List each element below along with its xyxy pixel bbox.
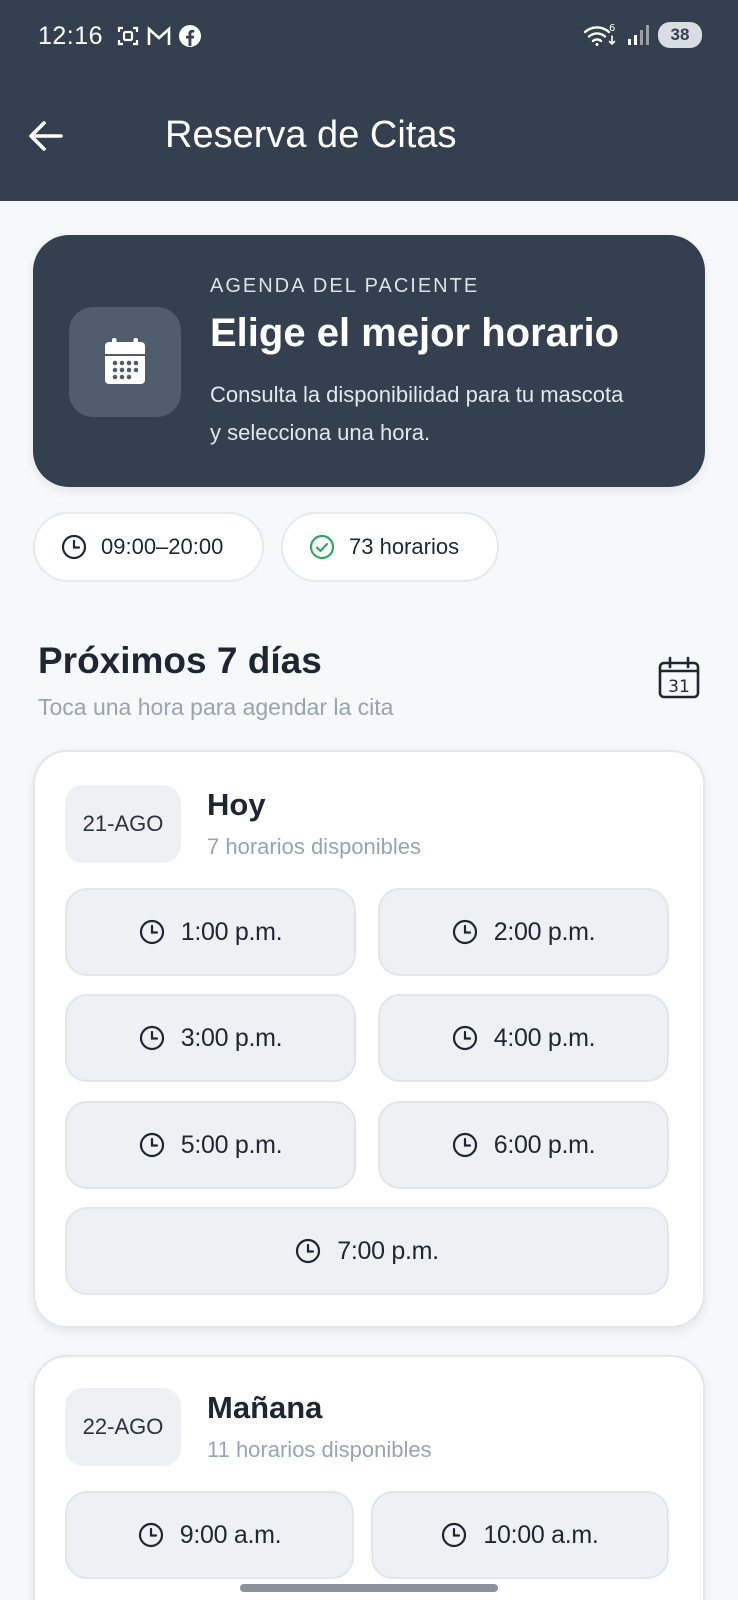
slots-count-chip: 73 horarios	[281, 512, 499, 582]
time-slot-button[interactable]: 7:00 p.m.	[65, 1207, 669, 1295]
check-circle-icon	[309, 534, 335, 560]
facebook-icon	[179, 25, 201, 47]
arrow-left-icon	[29, 121, 63, 151]
clock-icon	[139, 1132, 164, 1158]
time-slot-label: 1:00 p.m.	[180, 917, 283, 946]
time-slot-label: 3:00 p.m.	[180, 1023, 283, 1052]
hero-description: Consulta la disponibilidad para tu masco…	[210, 382, 624, 445]
home-indicator[interactable]	[240, 1584, 498, 1592]
clock-icon	[442, 1522, 467, 1548]
opening-hours-chip: 09:00–20:00	[33, 512, 264, 582]
time-slot-button[interactable]: 9:00 a.m.	[65, 1491, 354, 1579]
date-badge: 21-AGO	[65, 785, 181, 863]
time-slot-label: 10:00 a.m.	[483, 1520, 599, 1549]
status-system-icons: 6 38	[582, 22, 702, 48]
calendar-icon	[105, 338, 145, 384]
hero-kicker: AGENDA DEL PACIENTE	[210, 275, 480, 297]
opening-hours-text: 09:00–20:00	[101, 534, 224, 559]
screenshot-icon	[117, 26, 139, 46]
wifi-icon: 6	[583, 23, 615, 46]
time-slot-label: 9:00 a.m.	[179, 1520, 282, 1549]
time-slot-button[interactable]: 4:00 p.m.	[378, 994, 669, 1082]
signal-icon	[628, 25, 649, 45]
time-slot-label: 6:00 p.m.	[493, 1130, 596, 1159]
hero-icon-container	[69, 307, 181, 417]
time-slot-button[interactable]: 5:00 p.m.	[65, 1101, 356, 1189]
clock-icon	[452, 1132, 477, 1158]
status-time: 12:16	[38, 22, 104, 50]
day-card: 22-AGO Mañana 11 horarios disponibles 9:…	[33, 1355, 705, 1600]
section-title: Próximos 7 días	[38, 640, 322, 681]
date-badge: 22-AGO	[65, 1388, 181, 1466]
time-slot-label: 5:00 p.m.	[180, 1130, 283, 1159]
svg-text:31: 31	[668, 677, 690, 697]
time-slot-label: 2:00 p.m.	[493, 917, 596, 946]
day-card: 21-AGO Hoy 7 horarios disponibles 1:00 p…	[33, 750, 705, 1328]
clock-icon	[296, 1238, 321, 1264]
section-subtitle: Toca una hora para agendar la cita	[38, 694, 394, 720]
back-button[interactable]	[26, 116, 66, 156]
slots-count-text: 73 horarios	[349, 534, 460, 559]
time-slot-label: 7:00 p.m.	[337, 1236, 439, 1265]
day-availability: 7 horarios disponibles	[207, 834, 422, 859]
battery-indicator: 38	[658, 22, 702, 48]
status-notification-icons	[116, 24, 202, 48]
day-availability: 11 horarios disponibles	[207, 1437, 432, 1462]
time-slot-label: 4:00 p.m.	[493, 1023, 596, 1052]
time-slot-button[interactable]: 1:00 p.m.	[65, 888, 356, 976]
hero-title: Elige el mejor horario	[210, 311, 620, 355]
network-6-label: 6	[609, 23, 615, 34]
clock-icon	[452, 1025, 477, 1051]
clock-icon	[61, 534, 87, 560]
calendar-31-icon[interactable]: 31	[657, 656, 701, 700]
time-slot-button[interactable]: 6:00 p.m.	[378, 1101, 669, 1189]
time-slot-button[interactable]: 2:00 p.m.	[378, 888, 669, 976]
day-name: Hoy	[207, 787, 266, 822]
clock-icon	[452, 919, 477, 945]
clock-icon	[138, 1522, 163, 1548]
clock-icon	[139, 919, 164, 945]
time-slot-button[interactable]: 3:00 p.m.	[65, 994, 356, 1082]
time-slot-button[interactable]: 10:00 a.m.	[371, 1491, 669, 1579]
app-header: 12:16 6 38 Reserva de Citas	[0, 0, 738, 201]
hero-card: AGENDA DEL PACIENTE Elige el mejor horar…	[33, 235, 705, 487]
gmail-icon	[147, 26, 171, 45]
day-name: Mañana	[207, 1390, 323, 1425]
page-title: Reserva de Citas	[165, 114, 457, 156]
clock-icon	[139, 1025, 164, 1051]
